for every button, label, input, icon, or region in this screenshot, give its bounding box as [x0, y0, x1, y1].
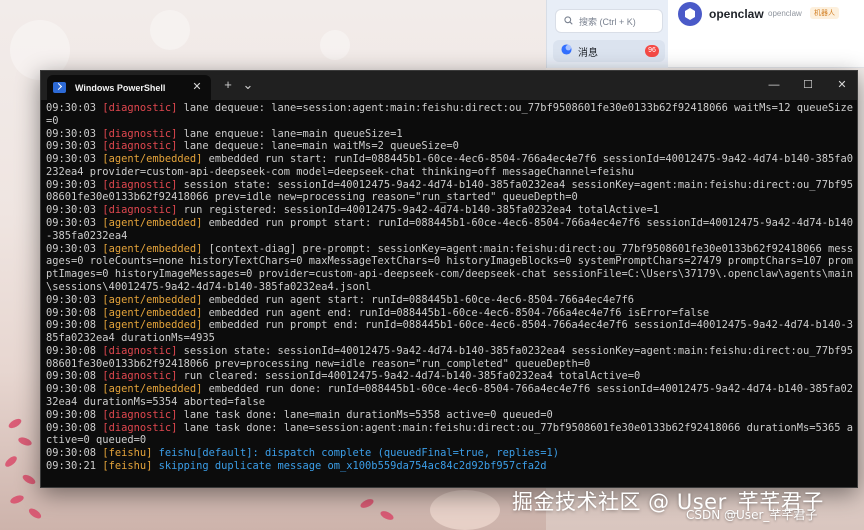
terminal-segment: [agent/embedded]	[102, 306, 203, 319]
chat-header: openclaw openclaw 机器人	[668, 0, 864, 68]
terminal-line: 09:30:03 [diagnostic] lane enqueue: lane…	[46, 128, 855, 141]
terminal-segment: [diagnostic]	[102, 421, 178, 434]
terminal-segment: [diagnostic]	[102, 204, 178, 217]
terminal-segment: feishu[default]: dispatch complete (queu…	[152, 447, 559, 460]
powershell-icon	[53, 82, 66, 93]
terminal-segment: 09:30:08	[46, 306, 103, 319]
feishu-search-box[interactable]: 搜索 (Ctrl + K)	[555, 9, 663, 33]
terminal-line: 09:30:08 [feishu] feishu[default]: dispa…	[46, 447, 855, 460]
terminal-segment: 09:30:08	[46, 370, 103, 383]
chat-bubble-icon	[561, 44, 572, 58]
terminal-segment: 09:30:03	[46, 127, 103, 140]
terminal-segment: [agent/embedded]	[102, 217, 203, 230]
terminal-segment: run cleared: sessionId=40012475-9a42-4d7…	[177, 370, 641, 383]
search-icon	[564, 15, 573, 27]
terminal-segment: skipping duplicate message om_x100b559da…	[152, 459, 547, 472]
terminal-segment: [diagnostic]	[102, 344, 178, 357]
title-bar[interactable]: Windows PowerShell ✕ + ⌄ — ☐ ✕	[41, 71, 857, 100]
chat-handle: openclaw	[768, 9, 802, 18]
terminal-segment: [agent/embedded]	[102, 383, 203, 396]
bot-avatar	[678, 2, 702, 26]
terminal-segment: [agent/embedded]	[102, 153, 203, 166]
terminal-segment: 09:30:03	[46, 204, 103, 217]
terminal-segment: 09:30:03	[46, 178, 103, 191]
terminal-segment: lane dequeue: lane=main waitMs=2 queueSi…	[177, 140, 459, 153]
terminal-segment: embedded run agent start: runId=088445b1…	[202, 293, 635, 306]
terminal-segment: run registered: sessionId=40012475-9a42-…	[177, 204, 660, 217]
terminal-line: 09:30:03 [diagnostic] run registered: se…	[46, 204, 855, 217]
terminal-line: 09:30:08 [agent/embedded] embedded run a…	[46, 307, 855, 320]
terminal-line: 09:30:08 [agent/embedded] embedded run p…	[46, 319, 855, 345]
powershell-window: Windows PowerShell ✕ + ⌄ — ☐ ✕ 09:30:03 …	[40, 70, 858, 488]
watermark-sub: CSDN @User_芊芊君子	[686, 508, 818, 522]
terminal-line: 09:30:08 [diagnostic] lane task done: la…	[46, 409, 855, 422]
terminal-segment: embedded run agent end: runId=088445b1-6…	[202, 306, 710, 319]
unread-badge: 96	[645, 45, 659, 57]
close-tab-icon[interactable]: ✕	[191, 81, 203, 93]
terminal-line: 09:30:03 [diagnostic] lane dequeue: lane…	[46, 140, 855, 153]
feishu-sidebar: 搜索 (Ctrl + K) 消息 96	[546, 0, 668, 68]
tab-dropdown-icon[interactable]: ⌄	[237, 75, 259, 95]
terminal-line: 09:30:08 [diagnostic] lane task done: la…	[46, 422, 855, 448]
bot-tag: 机器人	[810, 7, 839, 19]
new-tab-button[interactable]: +	[217, 75, 239, 95]
close-window-button[interactable]: ✕	[825, 71, 859, 100]
minimize-button[interactable]: —	[757, 71, 791, 100]
terminal-line: 09:30:08 [diagnostic] session state: ses…	[46, 345, 855, 371]
terminal-segment: [agent/embedded]	[102, 242, 203, 255]
terminal-segment: [diagnostic]	[102, 178, 178, 191]
terminal-segment: 09:30:03	[46, 293, 103, 306]
terminal-segment: 09:30:08	[46, 408, 103, 421]
terminal-line: 09:30:03 [agent/embedded] [context-diag]…	[46, 243, 855, 294]
terminal-segment: [diagnostic]	[102, 140, 178, 153]
terminal-segment: 09:30:21	[46, 459, 103, 472]
terminal-output[interactable]: 09:30:03 [diagnostic] lane dequeue: lane…	[46, 102, 855, 485]
tab-title: Windows PowerShell	[75, 82, 166, 93]
terminal-segment: [diagnostic]	[102, 127, 178, 140]
terminal-segment: [diagnostic]	[102, 102, 178, 114]
terminal-segment: 09:30:03	[46, 153, 103, 166]
terminal-segment: [feishu]	[102, 447, 153, 460]
terminal-line: 09:30:03 [diagnostic] session state: ses…	[46, 179, 855, 205]
search-placeholder: 搜索 (Ctrl + K)	[579, 16, 636, 27]
terminal-segment: [diagnostic]	[102, 370, 178, 383]
terminal-line: 09:30:21 [feishu] skipping duplicate mes…	[46, 460, 855, 473]
terminal-line: 09:30:08 [agent/embedded] embedded run d…	[46, 383, 855, 409]
chat-title: openclaw	[709, 7, 764, 21]
terminal-scrollbar[interactable]	[852, 106, 855, 476]
terminal-segment: lane task done: lane=main durationMs=535…	[177, 408, 553, 421]
terminal-segment: 09:30:08	[46, 344, 103, 357]
terminal-segment: 09:30:08	[46, 447, 103, 460]
terminal-segment: [diagnostic]	[102, 408, 178, 421]
terminal-segment: [feishu]	[102, 459, 153, 472]
sidebar-item-messages[interactable]: 消息 96	[553, 40, 665, 62]
terminal-line: 09:30:03 [agent/embedded] embedded run a…	[46, 294, 855, 307]
tab-windows-powershell[interactable]: Windows PowerShell ✕	[47, 75, 211, 100]
terminal-line: 09:30:03 [diagnostic] lane dequeue: lane…	[46, 102, 855, 128]
terminal-segment: 09:30:03	[46, 217, 103, 230]
terminal-segment: 09:30:03	[46, 102, 103, 114]
terminal-segment: [agent/embedded]	[102, 293, 203, 306]
terminal-segment: 09:30:03	[46, 140, 103, 153]
terminal-line: 09:30:03 [agent/embedded] embedded run p…	[46, 217, 855, 243]
terminal-segment: 09:30:08	[46, 383, 103, 396]
terminal-segment: [agent/embedded]	[102, 319, 203, 332]
maximize-button[interactable]: ☐	[791, 71, 825, 100]
terminal-segment: 09:30:08	[46, 319, 103, 332]
terminal-segment: lane enqueue: lane=main queueSize=1	[177, 127, 403, 140]
messages-label: 消息	[578, 47, 598, 59]
terminal-line: 09:30:08 [diagnostic] run cleared: sessi…	[46, 370, 855, 383]
terminal-segment: 09:30:03	[46, 242, 103, 255]
terminal-segment: 09:30:08	[46, 421, 103, 434]
terminal-line: 09:30:03 [agent/embedded] embedded run s…	[46, 153, 855, 179]
